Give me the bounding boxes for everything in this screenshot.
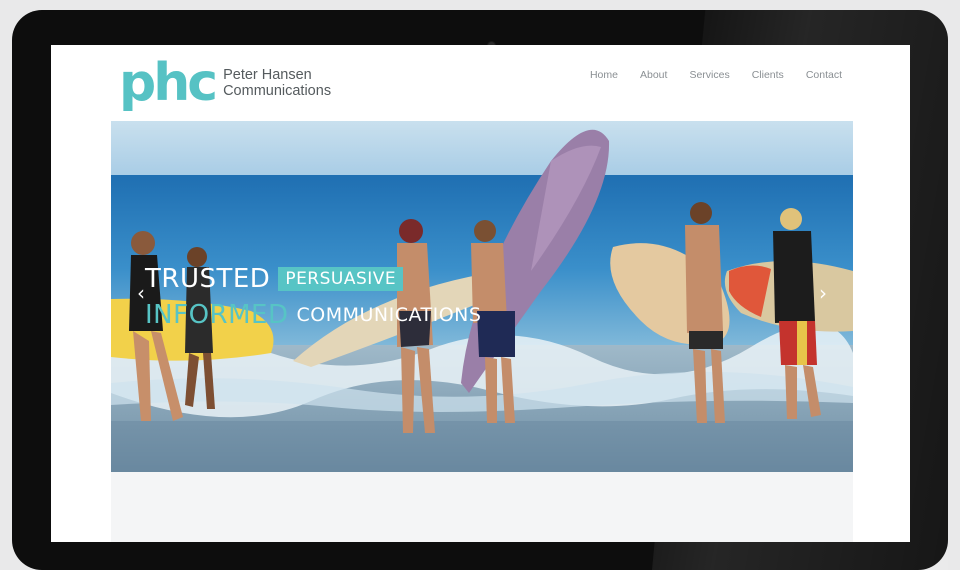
tagline-persuasive: PERSUASIVE: [278, 267, 404, 291]
tagline-line1: TRUSTED PERSUASIVE: [145, 261, 481, 297]
nav-home[interactable]: Home: [590, 69, 618, 81]
slider-next-arrow[interactable]: ›: [813, 281, 833, 305]
logo-mark: phc: [119, 53, 218, 113]
main-nav: Home About Services Clients Contact: [590, 69, 842, 81]
nav-services[interactable]: Services: [689, 69, 729, 81]
content-strip: [111, 472, 853, 542]
nav-clients[interactable]: Clients: [752, 69, 784, 81]
tagline-communications: COMMUNICATIONS: [296, 304, 482, 326]
nav-about[interactable]: About: [640, 69, 667, 81]
logo-name-line1: Peter Hansen: [223, 67, 312, 83]
logo-name-line2: Communications: [223, 83, 332, 99]
hero-tagline: TRUSTED PERSUASIVE INFORMED COMMUNICATIO…: [145, 261, 481, 333]
hero-slider: ‹ › TRUSTED PERSUASIVE INFORMED COMMUNIC…: [111, 121, 853, 472]
nav-contact[interactable]: Contact: [806, 69, 842, 81]
tagline-informed: INFORMED: [145, 300, 289, 330]
site-logo[interactable]: phc Peter Hansen Communications: [119, 53, 331, 113]
tagline-trusted: TRUSTED: [145, 264, 271, 294]
website-screen: phc Peter Hansen Communications Home Abo…: [51, 45, 910, 542]
logo-company-name: Peter Hansen Communications: [223, 67, 331, 99]
tagline-line2: INFORMED COMMUNICATIONS: [145, 297, 481, 333]
